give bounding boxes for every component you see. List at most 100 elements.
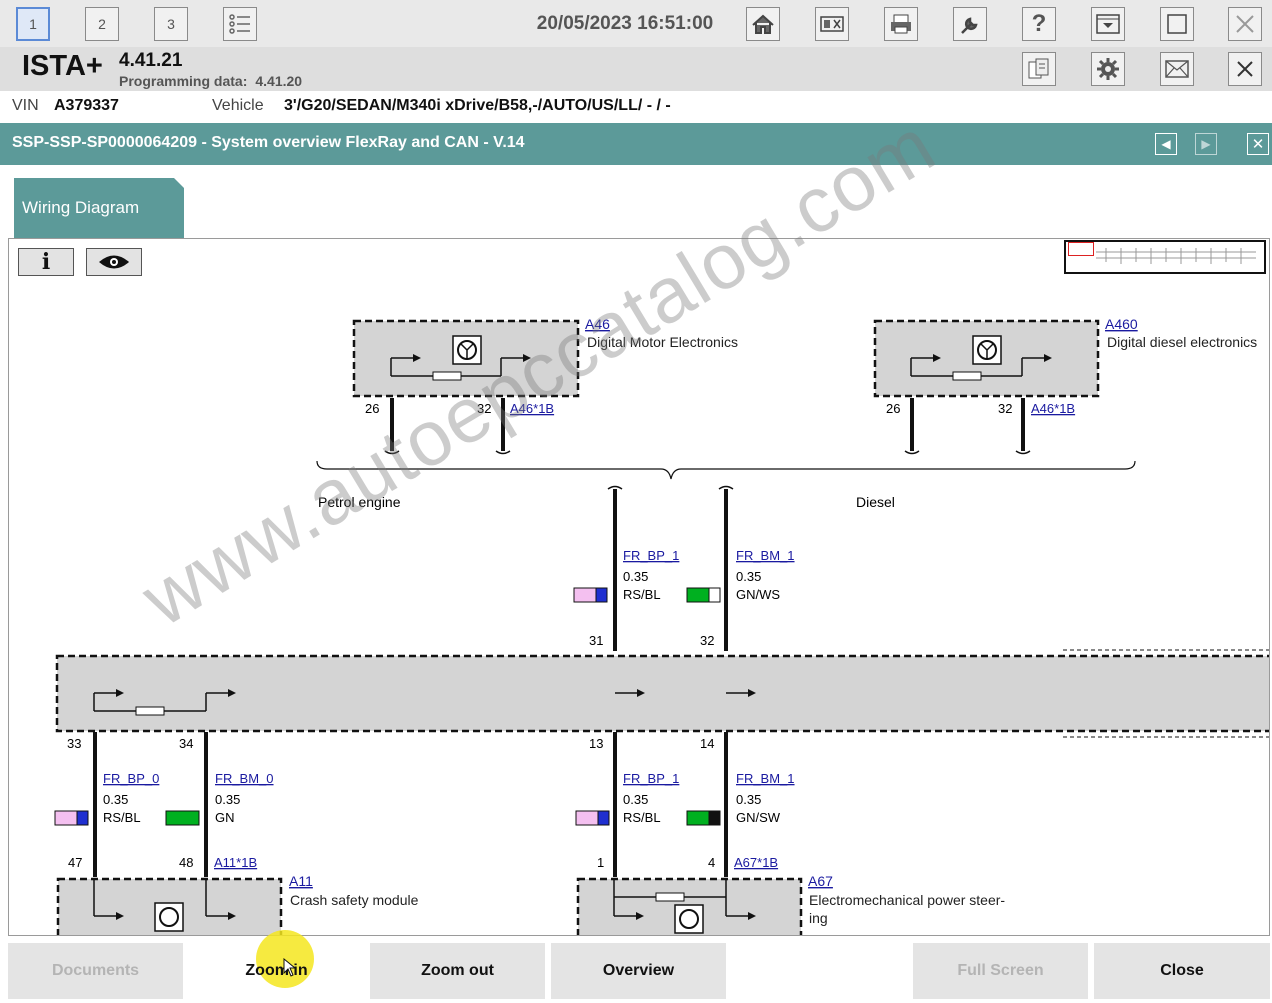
programming-label: Programming data: [119, 73, 248, 89]
pin-4: 4 [708, 855, 715, 870]
tab-wiring-diagram-label: Wiring Diagram [22, 198, 140, 217]
tab-3-label: 3 [167, 16, 175, 32]
document-header: SSP-SSP-SP0000064209 - System overview F… [0, 123, 1272, 165]
module-a460[interactable] [873, 319, 1100, 398]
wire-top-2-name[interactable]: FR_BM_1 [736, 548, 795, 563]
minimap-viewport[interactable] [1068, 242, 1094, 256]
wire-l2-name[interactable]: FR_BM_0 [215, 771, 274, 786]
programming-version: 4.41.20 [255, 73, 303, 89]
service-button[interactable] [953, 7, 987, 41]
pin-14: 14 [700, 736, 714, 751]
list-button[interactable] [223, 7, 257, 41]
wire-r2-color: GN/SW [736, 810, 781, 825]
help-button[interactable]: ? [1022, 7, 1056, 41]
wrench-icon [961, 17, 978, 34]
zoom-in-label: Zoom in [245, 962, 308, 979]
maximize-button[interactable] [1160, 7, 1194, 41]
zoom-out-button[interactable]: Zoom out [370, 943, 545, 999]
a46-connector-link[interactable]: A46*1B [510, 401, 554, 416]
wire-top-1-size: 0.35 [623, 569, 648, 584]
pin-13: 13 [589, 736, 603, 751]
wire-color-swatch [686, 587, 721, 603]
help-icon: ? [1031, 10, 1047, 37]
wire-r1-name[interactable]: FR_BP_1 [623, 771, 679, 786]
wire-r1-size: 0.35 [623, 792, 648, 807]
document-title: SSP-SSP-SP0000064209 - System overview F… [12, 134, 525, 151]
tab-3-button[interactable]: 3 [154, 7, 188, 41]
group-brace [316, 460, 1136, 480]
wire-color-swatch [165, 810, 200, 826]
a460-connector-link[interactable]: A46*1B [1031, 401, 1075, 416]
module-a67[interactable] [576, 877, 803, 936]
a67-connector-link[interactable]: A67*1B [734, 855, 778, 870]
info-button[interactable]: i [18, 248, 74, 276]
a11-connector-link[interactable]: A11*1B [214, 855, 257, 870]
wire-r1-color: RS/BL [623, 810, 661, 825]
pin-33: 33 [67, 736, 81, 751]
vehicle-value: 3'/G20/SEDAN/M340i xDrive/B58,-/AUTO/US/… [284, 97, 671, 114]
mail-button[interactable] [1160, 52, 1194, 86]
pin-48: 48 [179, 855, 193, 870]
print-icon [891, 14, 911, 34]
home-button[interactable] [746, 7, 780, 41]
wire-r2-name[interactable]: FR_BM_1 [736, 771, 795, 786]
home-icon [752, 14, 774, 34]
wire-r2-size: 0.35 [736, 792, 761, 807]
previous-button[interactable]: ◀ [1155, 133, 1177, 155]
print-button[interactable] [884, 7, 918, 41]
view-button[interactable] [86, 248, 142, 276]
a11-link[interactable]: A11 [289, 873, 313, 889]
a46-link[interactable]: A46 [585, 316, 610, 332]
close-document-button[interactable]: ✕ [1247, 133, 1269, 155]
list-icon [229, 14, 250, 34]
diagram-minimap[interactable] [1064, 240, 1266, 274]
module-a11[interactable] [56, 877, 283, 936]
pin-31: 31 [589, 633, 603, 648]
a460-link[interactable]: A460 [1105, 316, 1138, 332]
data-button[interactable] [815, 7, 849, 41]
a46-name: Digital Motor Electronics [587, 334, 738, 350]
wire-top-2-size: 0.35 [736, 569, 761, 584]
documents-icon [1028, 58, 1049, 79]
dropdown-menu-icon [1096, 14, 1120, 34]
vehicle-label: Vehicle [212, 97, 264, 114]
tab-1-button[interactable]: 1 [16, 7, 50, 41]
wire-top-2-color: GN/WS [736, 587, 780, 602]
a460-pin-right: 32 [998, 401, 1012, 416]
wire-l2-color: GN [215, 810, 235, 825]
wire-top-1-name[interactable]: FR_BP_1 [623, 548, 679, 563]
module-a46[interactable] [352, 319, 580, 398]
vin-label: VIN [12, 97, 39, 114]
maximize-icon [1167, 14, 1187, 34]
documents-button[interactable]: Documents [8, 943, 183, 999]
close-icon: ✕ [1251, 136, 1265, 153]
wiring-diagram[interactable]: 26 32 A46*1B A46 Digital Motor Electroni… [9, 239, 1270, 936]
pin-47: 47 [68, 855, 82, 870]
a67-name-line2: ing [809, 910, 828, 926]
central-gateway-module[interactable] [55, 649, 1270, 738]
close-session-button[interactable] [1228, 52, 1262, 86]
programming-data: Programming data: 4.41.20 [119, 73, 302, 89]
zoom-in-button[interactable]: Zoom in [189, 943, 364, 999]
close-button[interactable]: Close [1094, 943, 1270, 999]
group-diesel-label: Diesel [856, 494, 895, 510]
wire-l1-name[interactable]: FR_BP_0 [103, 771, 159, 786]
tab-wiring-diagram[interactable]: Wiring Diagram [14, 178, 184, 238]
full-screen-button[interactable]: Full Screen [913, 943, 1088, 999]
overview-button[interactable]: Overview [551, 943, 726, 999]
wire-l2-size: 0.35 [215, 792, 240, 807]
menu-button[interactable] [1091, 7, 1125, 41]
wire-color-swatch [686, 810, 721, 826]
settings-button[interactable] [1091, 52, 1125, 86]
wire-color-swatch [575, 810, 610, 826]
wire-l1-size: 0.35 [103, 792, 128, 807]
close-app-button[interactable] [1228, 7, 1262, 41]
next-button[interactable]: ▶ [1195, 133, 1217, 155]
a67-link[interactable]: A67 [808, 873, 833, 889]
tab-2-button[interactable]: 2 [85, 7, 119, 41]
documents-top-button[interactable] [1022, 52, 1056, 86]
arrow-right-icon: ▶ [1201, 137, 1211, 151]
a67-name-line1: Electromechanical power steer- [809, 892, 1005, 908]
a460-name: Digital diesel electronics [1107, 334, 1257, 350]
a460-pin-left: 26 [886, 401, 900, 416]
